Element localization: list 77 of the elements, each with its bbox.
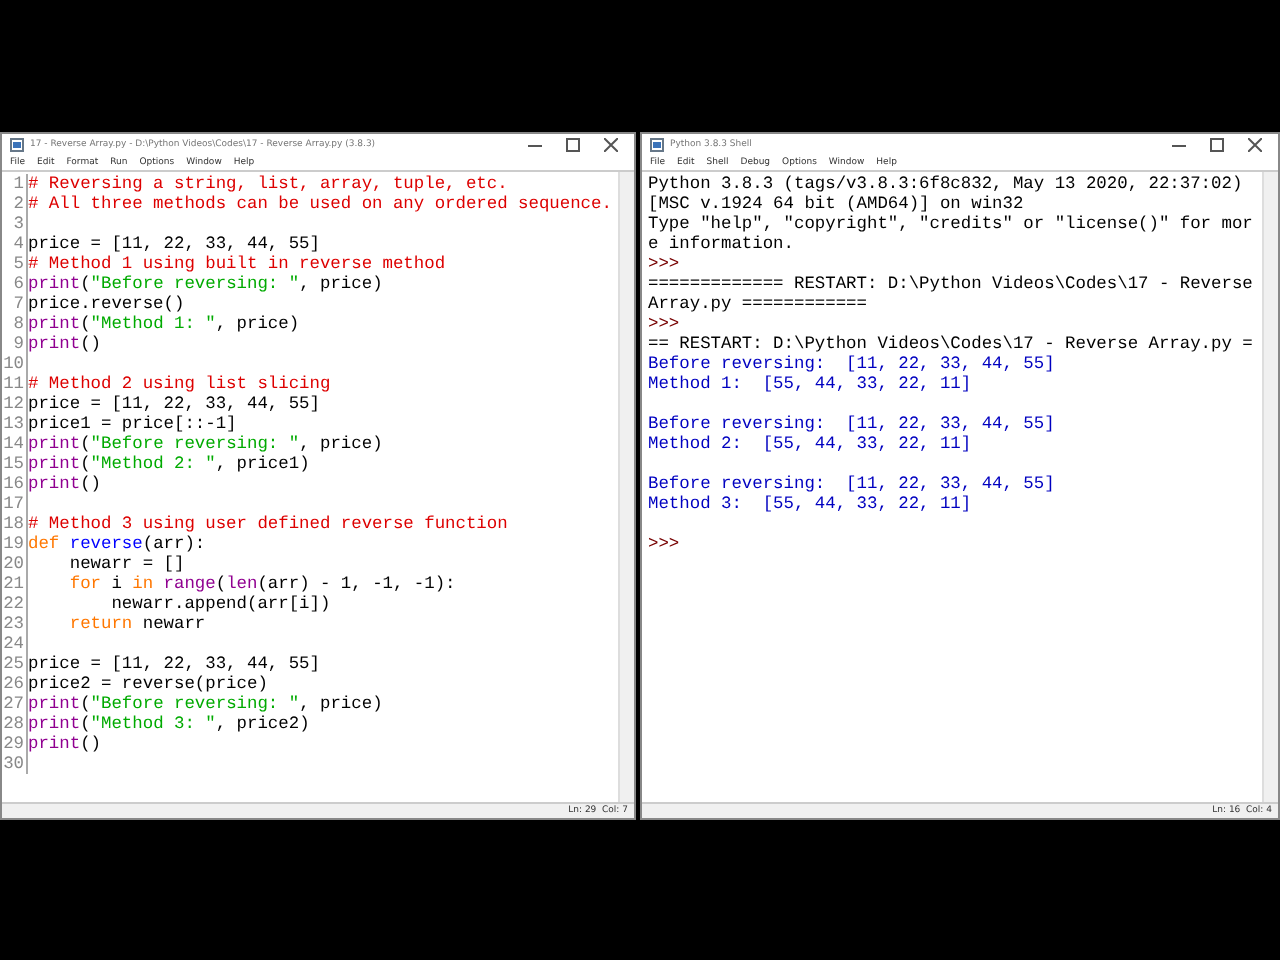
line-number: 2 [2,194,28,214]
line-number: 9 [2,334,28,354]
line-number: 25 [2,654,28,674]
code-line: # Method 2 using list slicing [28,374,331,394]
code-line: # All three methods can be used on any ordered sequence. [28,194,612,214]
code-line: for i in range(len(arr) - 1, -1, -1): [67,574,456,594]
line-number: 1 [2,174,28,194]
code-line: print("Method 3: ", price2) [28,714,310,734]
code-line: newarr = [] [67,554,185,574]
shell-line: ============= RESTART: D:\Python Videos\Codes\17 - Reverse [648,274,1253,294]
code-line: def reverse(arr): [28,534,206,554]
code-line: price2 = reverse(price) [28,674,268,694]
line-number: 23 [2,614,28,634]
line-number: 6 [2,274,28,294]
close-icon[interactable] [1248,137,1262,151]
code-line: print("Before reversing: ", price) [28,274,383,294]
code-line: return newarr [67,614,206,634]
shell-line: >>> [648,254,680,274]
line-number: 8 [2,314,28,334]
shell-line: Before reversing: [11, 22, 33, 44, 55] [648,354,1055,374]
line-number: 16 [2,474,28,494]
line-number: 24 [2,634,28,654]
code-line: print("Before reversing: ", price) [28,694,383,714]
shell-line: [MSC v.1924 64 bit (AMD64)] on win32 [648,194,1024,214]
maximize-icon[interactable] [566,137,580,151]
line-number: 15 [2,454,28,474]
code-line: price = [11, 22, 33, 44, 55] [28,234,320,254]
line-number: 13 [2,414,28,434]
line-number: 21 [2,574,28,594]
code-line: # Reversing a string, list, array, tuple, etc. [28,174,508,194]
code-line: price1 = price[::-1] [28,414,237,434]
shell-line: Type "help", "copyright", "credits" or "license()" for mor [648,214,1253,234]
maximize-icon[interactable] [1210,137,1224,151]
line-number: 22 [2,594,28,614]
line-number: 4 [2,234,28,254]
code-line: print("Method 1: ", price) [28,314,300,334]
scrollbar[interactable] [618,172,634,802]
code-line: print() [28,474,102,494]
close-icon[interactable] [604,137,618,151]
shell-line: Array.py ============ [648,294,867,314]
code-line: price.reverse() [28,294,185,314]
code-line: price = [11, 22, 33, 44, 55] [28,394,320,414]
shell-line: Before reversing: [11, 22, 33, 44, 55] [648,474,1055,494]
shell-line: >>> [648,314,680,334]
shell-line: Python 3.8.3 (tags/v3.8.3:6f8c832, May 13 2020, 22:37:02) [648,174,1243,194]
line-number: 19 [2,534,28,554]
line-number: 11 [2,374,28,394]
scrollbar[interactable] [1262,172,1278,802]
line-number: 7 [2,294,28,314]
line-number: 10 [2,354,28,374]
line-number: 27 [2,694,28,714]
line-number: 28 [2,714,28,734]
code-line: print("Before reversing: ", price) [28,434,383,454]
code-line: # Method 1 using built in reverse method [28,254,446,274]
line-number: 14 [2,434,28,454]
line-number: 18 [2,514,28,534]
code-line: # Method 3 using user defined reverse function [28,514,508,534]
shell-line: Method 1: [55, 44, 33, 22, 11] [648,374,972,394]
shell-line: Method 3: [55, 44, 33, 22, 11] [648,494,972,514]
code-line: print() [28,334,102,354]
line-number: 20 [2,554,28,574]
code-line: price = [11, 22, 33, 44, 55] [28,654,320,674]
code-line: print("Method 2: ", price1) [28,454,310,474]
line-number: 17 [2,494,28,514]
line-number: 26 [2,674,28,694]
shell-line: Method 2: [55, 44, 33, 22, 11] [648,434,972,454]
code-line: print() [28,734,102,754]
line-number: 29 [2,734,28,754]
shell-line: Before reversing: [11, 22, 33, 44, 55] [648,414,1055,434]
line-number: 5 [2,254,28,274]
shell-line: >>> [648,534,680,554]
shell-line: e information. [648,234,794,254]
line-number: 30 [2,754,28,774]
code-line: newarr.append(arr[i]) [109,594,331,614]
line-number: 3 [2,214,28,234]
shell-line: == RESTART: D:\Python Videos\Codes\17 - Reverse Array.py = [648,334,1253,354]
line-number: 12 [2,394,28,414]
